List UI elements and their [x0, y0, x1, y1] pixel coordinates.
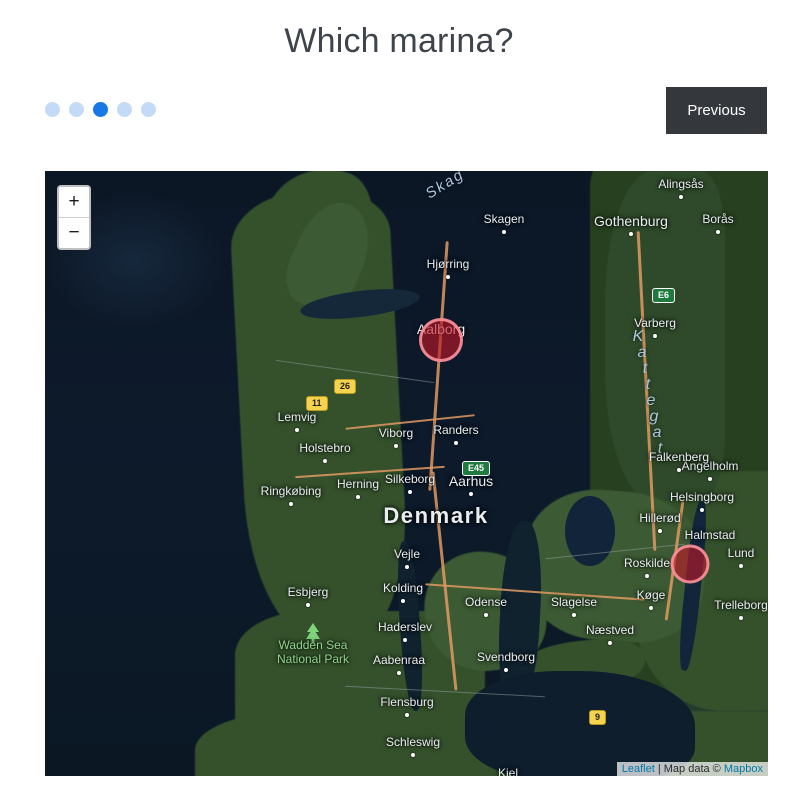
road-shield-9: 9	[589, 710, 607, 725]
landmass-halland-coast	[605, 171, 725, 501]
leaflet-link[interactable]: Leaflet	[622, 763, 655, 775]
control-row: Previous	[0, 87, 798, 143]
city-dot-ringkbing	[289, 502, 293, 506]
city-dot-roskilde	[645, 574, 649, 578]
city-dot-nstved	[608, 641, 612, 645]
aalborg-marina-marker[interactable]	[419, 318, 463, 362]
city-dot-haderslev	[403, 638, 407, 642]
pagination-dot-1[interactable]	[45, 102, 60, 117]
road-shield-11: 11	[306, 396, 328, 411]
road-shield-e45: E45	[462, 461, 491, 476]
city-dot-vejle	[405, 565, 409, 569]
city-dot-flensburg	[405, 713, 409, 717]
city-dot-lemvig	[295, 428, 299, 432]
city-dot-odense	[484, 613, 488, 617]
city-dot-viborg	[394, 444, 398, 448]
city-label-skagen: Skagen	[483, 212, 525, 226]
road-shield-e6: E6	[652, 288, 676, 303]
zoom-control[interactable]: + −	[57, 185, 91, 250]
water-kiel-bay	[465, 671, 695, 776]
city-dot-holstebro	[323, 459, 327, 463]
city-dot-bors	[716, 230, 720, 234]
city-dot-gothenburg	[629, 232, 633, 236]
zoom-out-button[interactable]: −	[59, 217, 89, 248]
water-label-0: Skag	[422, 171, 468, 203]
city-dot-varberg	[653, 334, 657, 338]
pagination-dot-5[interactable]	[141, 102, 156, 117]
city-dot-silkeborg	[408, 490, 412, 494]
mapbox-link[interactable]: Mapbox	[724, 763, 763, 775]
city-dot-ngelholm	[708, 477, 712, 481]
copenhagen-marina-marker[interactable]	[670, 544, 710, 584]
pagination-dots[interactable]	[45, 102, 156, 117]
attribution-separator: |	[654, 763, 664, 775]
page-title: Which marina?	[284, 22, 514, 60]
map-container[interactable]: Denmark Skag Ka t t e g a t Wadden Sea National …	[45, 171, 768, 776]
city-dot-alingss	[679, 195, 683, 199]
pagination-dot-4[interactable]	[117, 102, 132, 117]
map-canvas[interactable]: Denmark Skag Ka t t e g a t Wadden Sea National …	[45, 171, 768, 776]
city-dot-hjrring	[446, 275, 450, 279]
previous-button[interactable]: Previous	[666, 87, 767, 134]
city-dot-aabenraa	[397, 671, 401, 675]
city-dot-trelleborg	[739, 616, 743, 620]
road-shield-26: 26	[334, 379, 357, 394]
city-dot-falkenberg	[677, 468, 681, 472]
city-dot-svendborg	[504, 668, 508, 672]
city-dot-aarhus	[469, 492, 473, 496]
attribution-mapdata-text: Map data ©	[663, 763, 724, 775]
city-dot-kge	[649, 606, 653, 610]
road-e45-north	[428, 241, 449, 491]
pagination-dot-3[interactable]	[93, 102, 108, 117]
city-dot-helsingborg	[700, 508, 704, 512]
pagination-dot-2[interactable]	[69, 102, 84, 117]
city-dot-slagelse	[572, 613, 576, 617]
zoom-in-button[interactable]: +	[59, 187, 89, 217]
city-dot-kolding	[401, 599, 405, 603]
city-dot-skagen	[502, 230, 506, 234]
city-dot-hillerd	[658, 529, 662, 533]
city-dot-esbjerg	[306, 603, 310, 607]
city-label-hjrring: Hjørring	[426, 257, 470, 271]
city-dot-randers	[454, 441, 458, 445]
map-attribution: Leaflet | Map data © Mapbox	[616, 762, 768, 776]
city-dot-lund	[739, 564, 743, 568]
city-dot-herning	[356, 495, 360, 499]
city-label-randers: Randers	[433, 423, 479, 437]
tree-icon	[306, 623, 320, 643]
city-dot-schleswig	[411, 753, 415, 757]
